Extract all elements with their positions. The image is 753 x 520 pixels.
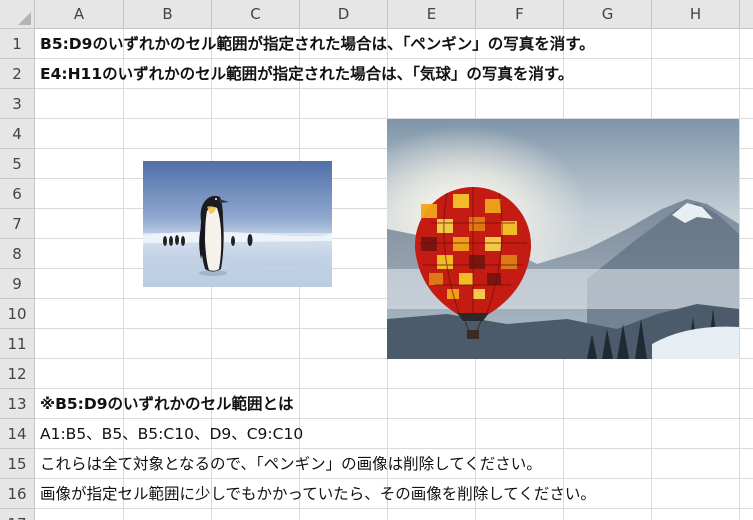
row-header-3[interactable]: 3 — [0, 89, 35, 119]
row-header-15[interactable]: 15 — [0, 449, 35, 479]
row-header-8[interactable]: 8 — [0, 239, 35, 269]
column-header-d[interactable]: D — [300, 0, 388, 29]
row-header-5[interactable]: 5 — [0, 149, 35, 179]
cell-a2-instruction[interactable]: E4:H11のいずれかのセル範囲が指定された場合は、「気球」の写真を消す。 — [40, 59, 573, 89]
row-header-9[interactable]: 9 — [0, 269, 35, 299]
gridline — [739, 29, 740, 520]
row-header-2[interactable]: 2 — [0, 59, 35, 89]
column-header-partial[interactable] — [740, 0, 753, 29]
hot-air-balloon-photo[interactable] — [387, 119, 739, 359]
cell-a16-text[interactable]: 画像が指定セル範囲に少しでもかかっていたら、その画像を削除してください。 — [40, 479, 596, 509]
select-all-corner[interactable] — [0, 0, 35, 29]
cell-a15-text[interactable]: これらは全て対象となるので、「ペンギン」の画像は削除してください。 — [40, 449, 542, 479]
column-header-e[interactable]: E — [388, 0, 476, 29]
row-header-12[interactable]: 12 — [0, 359, 35, 389]
cell-a13-note[interactable]: ※B5:D9のいずれかのセル範囲とは — [40, 389, 294, 419]
column-header-g[interactable]: G — [564, 0, 652, 29]
column-header-f[interactable]: F — [476, 0, 564, 29]
column-header-b[interactable]: B — [124, 0, 212, 29]
row-header-7[interactable]: 7 — [0, 209, 35, 239]
row-header-11[interactable]: 11 — [0, 329, 35, 359]
hot-air-balloon-photo-graphic — [387, 119, 739, 359]
column-header-a[interactable]: A — [35, 0, 124, 29]
cell-a14-example[interactable]: A1:B5、B5、B5:C10、D9、C9:C10 — [40, 419, 303, 449]
column-header-c[interactable]: C — [212, 0, 300, 29]
cell-a1-instruction[interactable]: B5:D9のいずれかのセル範囲が指定された場合は、「ペンギン」の写真を消す。 — [40, 29, 595, 59]
column-header-h[interactable]: H — [652, 0, 740, 29]
penguin-photo-graphic — [143, 161, 332, 287]
row-header-17[interactable]: 17 — [0, 509, 35, 520]
select-all-triangle-icon — [18, 12, 31, 25]
row-header-16[interactable]: 16 — [0, 479, 35, 509]
penguin-photo[interactable] — [143, 161, 332, 287]
row-header-14[interactable]: 14 — [0, 419, 35, 449]
row-header-6[interactable]: 6 — [0, 179, 35, 209]
row-header-10[interactable]: 10 — [0, 299, 35, 329]
row-header-4[interactable]: 4 — [0, 119, 35, 149]
spreadsheet[interactable]: A B C D E F G H 1 2 3 4 5 6 7 8 9 10 11 … — [0, 0, 753, 520]
row-header-1[interactable]: 1 — [0, 29, 35, 59]
row-header-13[interactable]: 13 — [0, 389, 35, 419]
